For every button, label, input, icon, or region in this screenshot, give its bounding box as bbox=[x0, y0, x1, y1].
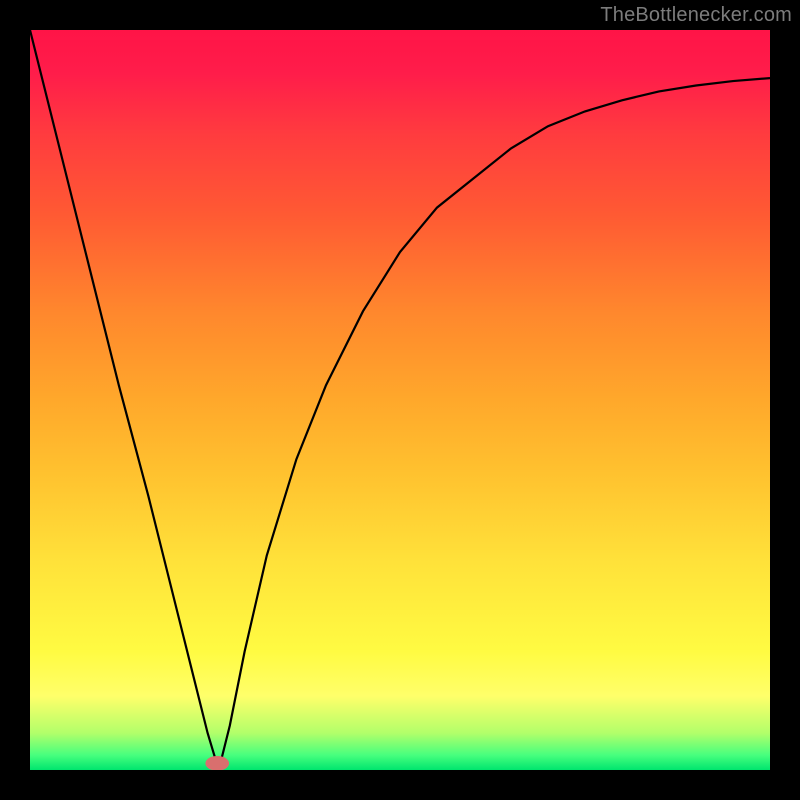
optimum-marker bbox=[205, 756, 229, 770]
chart-svg bbox=[30, 30, 770, 770]
watermark-text: TheBottlenecker.com bbox=[600, 4, 792, 27]
chart-frame: TheBottlenecker.com bbox=[0, 0, 800, 800]
plot-area bbox=[30, 30, 770, 770]
bottleneck-curve bbox=[30, 30, 770, 770]
